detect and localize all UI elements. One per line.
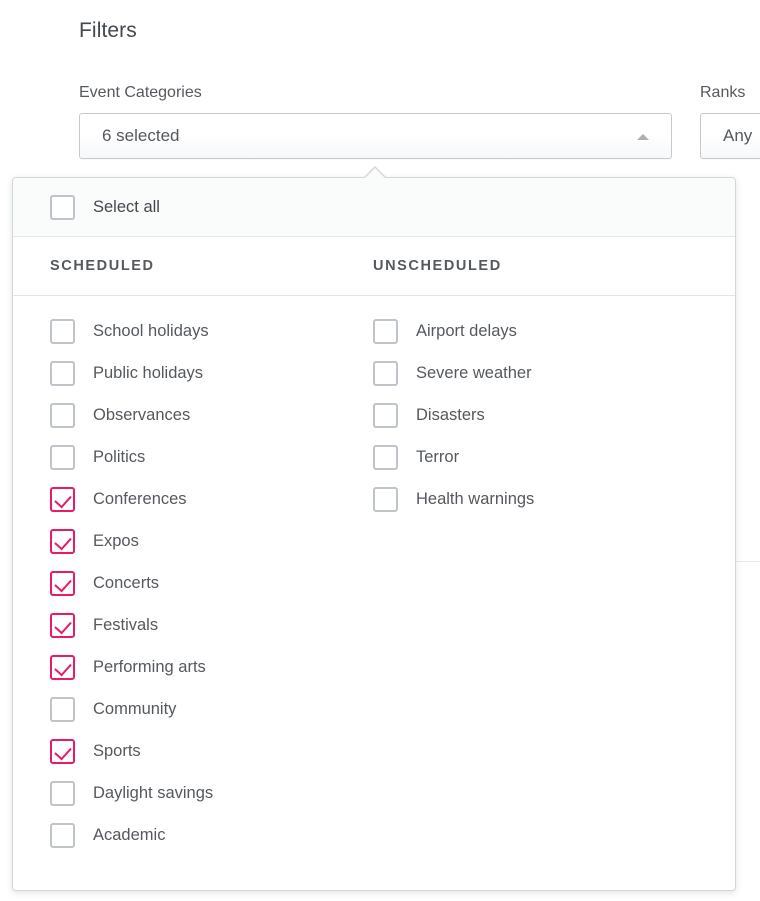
- option-label: Community: [93, 699, 177, 718]
- checkbox-unchecked-icon[interactable]: [50, 402, 75, 428]
- option-row[interactable]: Health warnings: [373, 478, 534, 520]
- checkbox-unchecked-icon[interactable]: [50, 360, 75, 386]
- option-row[interactable]: Concerts: [50, 562, 373, 604]
- event-categories-select[interactable]: 6 selected: [79, 113, 672, 159]
- option-label: Daylight savings: [93, 783, 214, 802]
- checkbox-checked-icon[interactable]: [50, 528, 75, 554]
- option-row[interactable]: School holidays: [50, 310, 373, 352]
- checkbox-unchecked-icon[interactable]: [373, 360, 398, 386]
- option-row[interactable]: Performing arts: [50, 646, 373, 688]
- option-label: Health warnings: [416, 489, 535, 508]
- option-row[interactable]: Expos: [50, 520, 373, 562]
- option-label: Airport delays: [416, 321, 517, 340]
- option-label: Festivals: [93, 615, 159, 634]
- options-body: School holidays Public holidays Observance…: [13, 296, 735, 856]
- option-label: Conferences: [93, 489, 187, 508]
- option-label: Politics: [93, 447, 146, 466]
- option-row[interactable]: Daylight savings: [50, 772, 373, 814]
- option-label: Disasters: [416, 405, 485, 424]
- checkbox-unchecked-icon[interactable]: [50, 780, 75, 806]
- option-row[interactable]: Festivals: [50, 604, 373, 646]
- checkbox-unchecked-icon[interactable]: [373, 402, 398, 428]
- option-row[interactable]: Public holidays: [50, 352, 373, 394]
- ranks-field-group: Ranks Any: [700, 84, 760, 159]
- popup-pointer: [364, 168, 386, 179]
- option-label: School holidays: [93, 321, 209, 340]
- event-categories-label: Event Categories: [79, 84, 202, 101]
- option-row[interactable]: Disasters: [373, 394, 534, 436]
- event-categories-field-group: Event Categories 6 selected: [79, 84, 672, 159]
- option-label: Expos: [93, 531, 139, 550]
- option-row[interactable]: Terror: [373, 436, 534, 478]
- ranks-select[interactable]: Any: [700, 113, 760, 159]
- checkbox-checked-icon[interactable]: [50, 486, 75, 512]
- checkbox-unchecked-icon[interactable]: [50, 444, 75, 470]
- checkbox-unchecked-icon[interactable]: [373, 444, 398, 470]
- background-divider: [736, 561, 760, 562]
- checkbox-unchecked-icon[interactable]: [50, 822, 75, 848]
- select-all-row[interactable]: Select all: [13, 178, 735, 237]
- checkbox-unchecked-icon[interactable]: [373, 318, 398, 344]
- column-header-scheduled: SCHEDULED: [50, 258, 155, 274]
- option-label: Public holidays: [93, 363, 204, 382]
- option-row[interactable]: Observances: [50, 394, 373, 436]
- filters-page: Filters Event Categories 6 selected Rank…: [0, 0, 760, 901]
- option-row[interactable]: Conferences: [50, 478, 373, 520]
- column-header-unscheduled: UNSCHEDULED: [373, 258, 502, 274]
- ranks-value: Any: [723, 126, 753, 145]
- option-label: Sports: [93, 741, 141, 760]
- checkbox-checked-icon[interactable]: [50, 612, 75, 638]
- ranks-label: Ranks: [700, 84, 746, 101]
- option-label: Severe weather: [416, 363, 532, 382]
- option-label: Performing arts: [93, 657, 206, 676]
- option-row[interactable]: Airport delays: [373, 310, 534, 352]
- checkbox-unchecked-icon[interactable]: [373, 486, 398, 512]
- event-categories-dropdown-panel: Select all SCHEDULED UNSCHEDULED School …: [12, 177, 736, 891]
- page-title: Filters: [79, 19, 137, 42]
- checkbox-checked-icon[interactable]: [50, 570, 75, 596]
- checkbox-checked-icon[interactable]: [50, 654, 75, 680]
- column-headers: SCHEDULED UNSCHEDULED: [13, 237, 735, 296]
- select-all-checkbox[interactable]: [50, 194, 75, 220]
- select-all-label: Select all: [93, 197, 160, 216]
- option-row[interactable]: Severe weather: [373, 352, 534, 394]
- option-row[interactable]: Sports: [50, 730, 373, 772]
- option-label: Terror: [416, 447, 460, 466]
- option-row[interactable]: Community: [50, 688, 373, 730]
- options-column-unscheduled: Airport delays Severe weather Disasters Ter…: [373, 310, 534, 856]
- options-column-scheduled: School holidays Public holidays Observance…: [13, 310, 373, 856]
- option-label: Academic: [93, 825, 166, 844]
- checkbox-checked-icon[interactable]: [50, 738, 75, 764]
- option-label: Observances: [93, 405, 191, 424]
- checkbox-unchecked-icon[interactable]: [50, 696, 75, 722]
- checkbox-unchecked-icon[interactable]: [50, 318, 75, 344]
- caret-up-icon[interactable]: [637, 134, 649, 140]
- event-categories-value: 6 selected: [102, 126, 180, 145]
- option-row[interactable]: Politics: [50, 436, 373, 478]
- option-label: Concerts: [93, 573, 160, 592]
- option-row[interactable]: Academic: [50, 814, 373, 856]
